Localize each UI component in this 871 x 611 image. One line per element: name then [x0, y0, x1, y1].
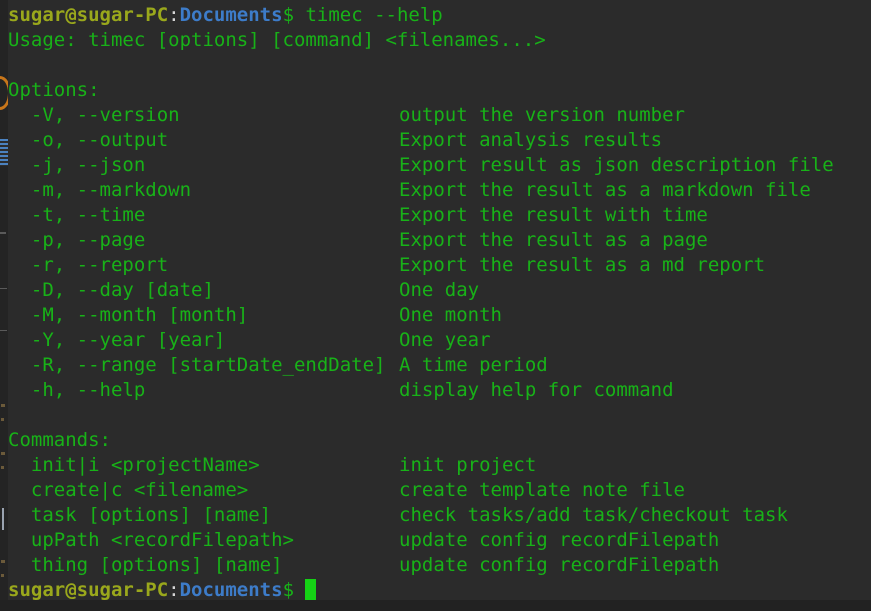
prompt-cwd: Documents — [179, 4, 283, 26]
option-description: Export the result with time — [399, 204, 708, 226]
terminal-window[interactable]: sugar@sugar-PC:Documents$ timec --help U… — [8, 0, 871, 600]
prompt-line-top: sugar@sugar-PC:Documents$ timec --help — [8, 3, 871, 28]
commands-heading: Commands: — [8, 429, 111, 451]
option-description: output the version number — [399, 104, 685, 126]
option-flag: -h, --help — [8, 379, 146, 401]
option-description: display help for command — [399, 379, 674, 401]
terminal-screen[interactable]: sugar@sugar-PC:Documents$ timec --help U… — [8, 0, 871, 600]
background-blue-striped-icon — [0, 139, 8, 166]
option-flag: -p, --page — [8, 229, 146, 251]
command-row: init|i <projectName> init project — [8, 453, 871, 478]
typed-command: timec --help — [294, 4, 443, 26]
option-row: -p, --page Export the result as a page — [8, 228, 871, 253]
option-flag: -V, --version — [8, 104, 180, 126]
option-description: One day — [399, 279, 480, 301]
option-row: -V, --version output the version number — [8, 103, 871, 128]
option-flag: -R, --range [startDate_endDate] — [8, 354, 386, 376]
option-row: -R, --range [startDate_endDate] A time pe… — [8, 353, 871, 378]
command-description: init project — [399, 454, 537, 476]
option-description: Export the result as a page — [399, 229, 708, 251]
window-bottom-edge — [0, 600, 871, 611]
command-name: thing [options] [name] — [8, 554, 283, 576]
option-row: -t, --time Export the result with time — [8, 203, 871, 228]
option-flag: -t, --time — [8, 204, 146, 226]
options-heading: Options: — [8, 79, 100, 101]
option-description: One month — [399, 304, 502, 326]
prompt-symbol: $ — [282, 4, 295, 26]
command-name: upPath <recordFilepath> — [8, 529, 294, 551]
command-description: check tasks/add task/checkout task — [399, 504, 788, 526]
option-flag: -j, --json — [8, 154, 146, 176]
prompt-user-host: sugar@sugar-PC — [8, 579, 169, 600]
command-name: create|c <filename> — [8, 479, 249, 501]
option-flag: -r, --report — [8, 254, 169, 276]
prompt-user-host: sugar@sugar-PC — [8, 4, 169, 26]
option-row: -r, --report Export the result as a md re… — [8, 253, 871, 278]
background-fleck — [1, 466, 4, 469]
background-fleck — [1, 452, 5, 455]
background-fleck — [1, 404, 5, 407]
option-description: Export analysis results — [399, 129, 663, 151]
option-row: -m, --markdown Export the result as a mar… — [8, 178, 871, 203]
option-row: -Y, --year [year] One year — [8, 328, 871, 353]
command-row: thing [options] [name] update config reco… — [8, 553, 871, 578]
prompt-symbol: $ — [282, 579, 295, 600]
background-tick — [0, 288, 7, 289]
option-row: -h, --help display help for command — [8, 378, 871, 403]
background-fleck — [1, 418, 4, 421]
option-row: -j, --json Export result as json descript… — [8, 153, 871, 178]
option-row: -M, --month [month] One month — [8, 303, 871, 328]
option-description: A time period — [399, 354, 548, 376]
option-flag: -Y, --year [year] — [8, 329, 226, 351]
command-description: update config recordFilepath — [399, 554, 720, 576]
option-description: Export result as json description file — [399, 154, 834, 176]
background-tick — [0, 232, 6, 234]
text-cursor[interactable] — [305, 579, 317, 600]
command-row: task [options] [name] check tasks/add tas… — [8, 503, 871, 528]
command-row: create|c <filename> create template note … — [8, 478, 871, 503]
option-row: -D, --day [date] One day — [8, 278, 871, 303]
option-row: -o, --output Export analysis results — [8, 128, 871, 153]
prompt-line-bottom[interactable]: sugar@sugar-PC:Documents$ — [8, 578, 871, 600]
option-flag: -o, --output — [8, 129, 169, 151]
option-description: Export the result as a md report — [399, 254, 766, 276]
prompt-cwd: Documents — [179, 579, 283, 600]
command-description: update config recordFilepath — [399, 529, 720, 551]
command-row: upPath <recordFilepath> update config rec… — [8, 528, 871, 553]
command-description: create template note file — [399, 479, 685, 501]
prompt-separator: : — [168, 4, 180, 26]
background-fleck — [1, 574, 4, 577]
background-fleck — [1, 560, 5, 563]
background-text-caret — [2, 508, 4, 530]
prompt-separator: : — [168, 579, 180, 600]
background-tick — [0, 330, 7, 331]
option-description: Export the result as a markdown file — [399, 179, 811, 201]
option-flag: -D, --day [date] — [8, 279, 214, 301]
option-flag: -m, --markdown — [8, 179, 192, 201]
usage-line: Usage: timec [options] [command] <filena… — [8, 29, 546, 51]
command-name: task [options] [name] — [8, 504, 272, 526]
command-name: init|i <projectName> — [8, 454, 260, 476]
option-flag: -M, --month [month] — [8, 304, 249, 326]
option-description: One year — [399, 329, 491, 351]
